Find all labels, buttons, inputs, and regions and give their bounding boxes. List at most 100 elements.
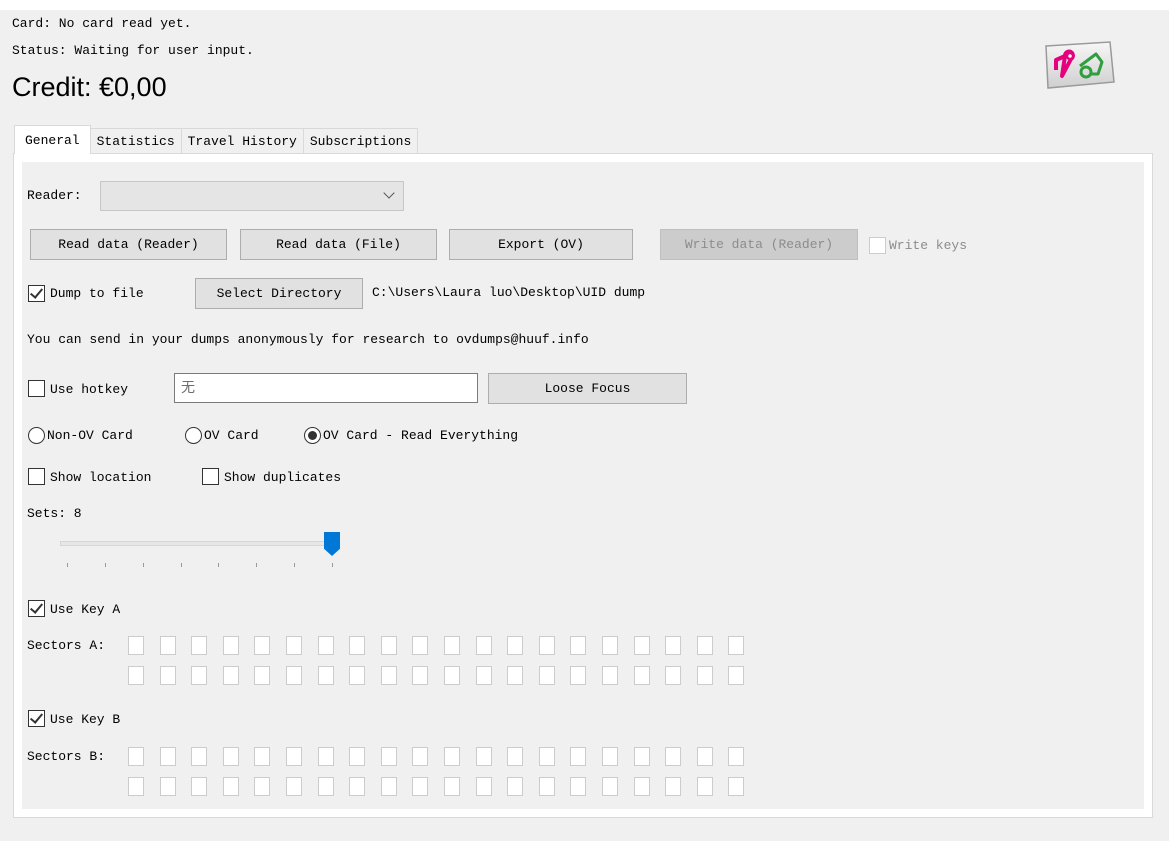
sector-b-checkbox[interactable] bbox=[286, 747, 302, 766]
sector-b-checkbox[interactable] bbox=[128, 747, 144, 766]
show-duplicates-checkbox[interactable] bbox=[202, 468, 219, 485]
sector-b-checkbox[interactable] bbox=[475, 777, 492, 796]
sector-b-checkbox[interactable] bbox=[696, 747, 713, 766]
use-key-a-checkbox[interactable] bbox=[28, 600, 45, 617]
select-directory-button[interactable]: Select Directory bbox=[195, 278, 363, 309]
sector-b-checkbox[interactable] bbox=[317, 747, 334, 766]
sector-a-checkbox[interactable] bbox=[665, 666, 682, 685]
sector-b-checkbox[interactable] bbox=[538, 777, 555, 796]
sector-b-checkbox[interactable] bbox=[349, 777, 366, 796]
tab-statistics[interactable]: Statistics bbox=[89, 128, 182, 154]
sector-b-checkbox[interactable] bbox=[444, 747, 460, 766]
sector-b-checkbox[interactable] bbox=[665, 747, 682, 766]
sector-a-checkbox[interactable] bbox=[317, 666, 334, 685]
tab-travel-history[interactable]: Travel History bbox=[180, 128, 304, 154]
sector-a-checkbox[interactable] bbox=[602, 636, 618, 655]
sector-b-checkbox[interactable] bbox=[602, 747, 618, 766]
sector-a-checkbox[interactable] bbox=[602, 666, 618, 685]
write-data-reader-button[interactable]: Write data (Reader) bbox=[660, 229, 858, 260]
sector-a-checkbox[interactable] bbox=[128, 666, 144, 685]
hotkey-input[interactable]: 无 bbox=[174, 373, 478, 403]
sector-b-checkbox[interactable] bbox=[128, 777, 144, 796]
sector-a-checkbox[interactable] bbox=[159, 666, 176, 685]
sector-a-checkbox[interactable] bbox=[349, 666, 366, 685]
sector-b-checkbox[interactable] bbox=[570, 777, 587, 796]
sector-a-checkbox[interactable] bbox=[728, 636, 745, 655]
read-data-file-button[interactable]: Read data (File) bbox=[240, 229, 437, 260]
loose-focus-button[interactable]: Loose Focus bbox=[488, 373, 687, 404]
show-location-checkbox[interactable] bbox=[28, 468, 45, 485]
sector-a-checkbox[interactable] bbox=[475, 666, 492, 685]
sector-b-checkbox[interactable] bbox=[412, 777, 429, 796]
ov-card-radio[interactable] bbox=[185, 427, 202, 444]
sector-b-checkbox[interactable] bbox=[254, 777, 271, 796]
sector-b-checkbox[interactable] bbox=[444, 777, 460, 796]
sector-a-checkbox[interactable] bbox=[538, 636, 555, 655]
sector-b-checkbox[interactable] bbox=[254, 747, 271, 766]
sector-b-checkbox[interactable] bbox=[222, 747, 239, 766]
tab-general[interactable]: General bbox=[14, 125, 91, 154]
sector-b-checkbox[interactable] bbox=[570, 747, 587, 766]
export-ov-button[interactable]: Export (OV) bbox=[449, 229, 633, 260]
sector-b-checkbox[interactable] bbox=[728, 747, 745, 766]
sector-a-checkbox[interactable] bbox=[444, 636, 460, 655]
sector-a-checkbox[interactable] bbox=[286, 636, 302, 655]
sector-a-checkbox[interactable] bbox=[444, 666, 460, 685]
non-ov-card-radio[interactable] bbox=[28, 427, 45, 444]
sector-a-checkbox[interactable] bbox=[696, 636, 713, 655]
sector-a-checkbox[interactable] bbox=[317, 636, 334, 655]
sector-a-checkbox[interactable] bbox=[222, 666, 239, 685]
sector-a-checkbox[interactable] bbox=[665, 636, 682, 655]
sector-a-checkbox[interactable] bbox=[222, 636, 239, 655]
sector-a-checkbox[interactable] bbox=[475, 636, 492, 655]
sector-b-checkbox[interactable] bbox=[380, 777, 397, 796]
sets-slider-track[interactable] bbox=[60, 541, 332, 546]
sector-b-checkbox[interactable] bbox=[159, 747, 176, 766]
sector-a-checkbox[interactable] bbox=[412, 666, 429, 685]
sector-a-checkbox[interactable] bbox=[380, 666, 397, 685]
ov-card-read-everything-radio[interactable] bbox=[304, 427, 321, 444]
reader-select[interactable] bbox=[100, 181, 404, 211]
sector-a-checkbox[interactable] bbox=[728, 666, 745, 685]
sector-b-checkbox[interactable] bbox=[317, 777, 334, 796]
tab-subscriptions[interactable]: Subscriptions bbox=[302, 128, 419, 154]
use-key-b-checkbox[interactable] bbox=[28, 710, 45, 727]
sector-a-checkbox[interactable] bbox=[191, 636, 208, 655]
sector-b-checkbox[interactable] bbox=[159, 777, 176, 796]
sector-b-checkbox[interactable] bbox=[286, 777, 302, 796]
sector-a-checkbox[interactable] bbox=[507, 666, 524, 685]
read-data-reader-button[interactable]: Read data (Reader) bbox=[30, 229, 227, 260]
sector-b-checkbox[interactable] bbox=[696, 777, 713, 796]
sector-a-checkbox[interactable] bbox=[128, 636, 144, 655]
sector-a-checkbox[interactable] bbox=[696, 666, 713, 685]
sector-b-checkbox[interactable] bbox=[538, 747, 555, 766]
sector-a-checkbox[interactable] bbox=[349, 636, 366, 655]
sector-a-checkbox[interactable] bbox=[538, 666, 555, 685]
sector-b-checkbox[interactable] bbox=[633, 777, 650, 796]
write-keys-checkbox[interactable] bbox=[869, 237, 886, 254]
sector-b-checkbox[interactable] bbox=[602, 777, 618, 796]
sector-a-checkbox[interactable] bbox=[570, 666, 587, 685]
sector-b-checkbox[interactable] bbox=[191, 747, 208, 766]
sector-a-checkbox[interactable] bbox=[191, 666, 208, 685]
sector-a-checkbox[interactable] bbox=[570, 636, 587, 655]
sector-a-checkbox[interactable] bbox=[254, 636, 271, 655]
sector-b-checkbox[interactable] bbox=[412, 747, 429, 766]
sector-a-checkbox[interactable] bbox=[254, 666, 271, 685]
sector-b-checkbox[interactable] bbox=[665, 777, 682, 796]
sector-a-checkbox[interactable] bbox=[633, 636, 650, 655]
sector-b-checkbox[interactable] bbox=[507, 777, 524, 796]
sector-b-checkbox[interactable] bbox=[191, 777, 208, 796]
sector-a-checkbox[interactable] bbox=[507, 636, 524, 655]
sector-a-checkbox[interactable] bbox=[380, 636, 397, 655]
sector-b-checkbox[interactable] bbox=[475, 747, 492, 766]
sector-a-checkbox[interactable] bbox=[412, 636, 429, 655]
sector-b-checkbox[interactable] bbox=[349, 747, 366, 766]
sector-b-checkbox[interactable] bbox=[728, 777, 745, 796]
dump-to-file-checkbox[interactable] bbox=[28, 285, 45, 302]
sector-a-checkbox[interactable] bbox=[159, 636, 176, 655]
sector-b-checkbox[interactable] bbox=[222, 777, 239, 796]
sector-b-checkbox[interactable] bbox=[507, 747, 524, 766]
sector-b-checkbox[interactable] bbox=[380, 747, 397, 766]
sector-a-checkbox[interactable] bbox=[633, 666, 650, 685]
